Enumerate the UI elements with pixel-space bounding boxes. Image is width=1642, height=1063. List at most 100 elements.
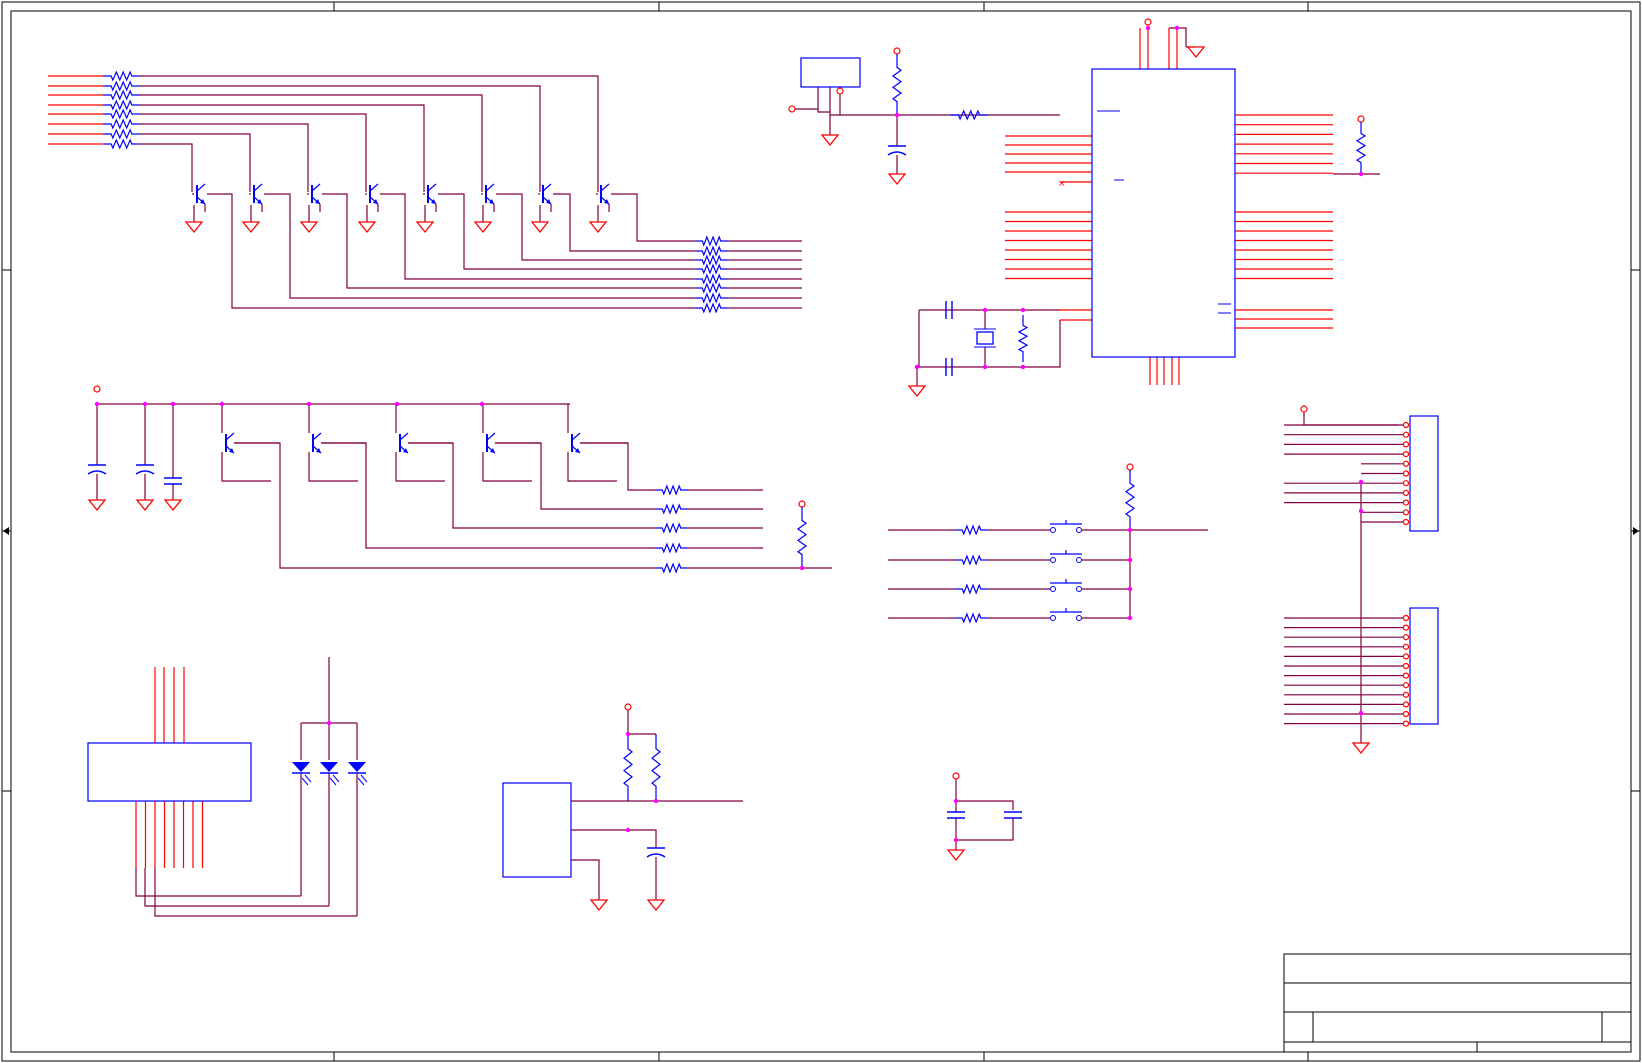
power-port-icon (952, 772, 960, 780)
connector-pin-icon (1402, 682, 1410, 689)
wire (571, 829, 657, 848)
connector-pin-icon (1402, 480, 1410, 487)
capacitor-plate (887, 151, 907, 156)
junction-dot (1127, 586, 1133, 592)
connector-pin-icon (1402, 691, 1410, 698)
switch-contact-icon (1076, 615, 1082, 621)
led-ray-icon (332, 774, 340, 783)
wire (438, 193, 695, 270)
sheet-frame (1, 1, 1641, 1062)
wire (567, 452, 617, 482)
wire (611, 193, 695, 242)
connector-pin-icon (1402, 643, 1410, 650)
component-layer: × (87, 18, 1439, 912)
junction-dot (1020, 364, 1026, 370)
ground-symbol-icon (184, 221, 204, 234)
resistor-icon (655, 562, 688, 574)
resistor-icon (103, 118, 140, 130)
junction-dot (982, 307, 988, 313)
junction-dot (219, 401, 225, 407)
connector-pin-icon (1402, 470, 1410, 477)
connector-pin-icon (1402, 451, 1410, 458)
resistor-icon (103, 108, 140, 120)
resistor-icon (651, 734, 661, 801)
led-ray-icon (301, 777, 309, 786)
wire (408, 442, 655, 529)
wire (221, 452, 271, 482)
resistor-icon (1124, 470, 1136, 530)
wire (817, 87, 830, 113)
wire (956, 818, 1014, 841)
transistor-icon (311, 183, 321, 192)
resistor-icon (955, 583, 988, 595)
resistor-icon (103, 128, 140, 140)
junction-dot (1145, 25, 1151, 31)
connector-pin-icon (1402, 701, 1410, 708)
resistor-icon (103, 138, 140, 150)
wire (395, 452, 445, 482)
wire (829, 87, 1060, 116)
switch-contact-icon (1050, 586, 1056, 592)
ground-symbol-icon (1351, 742, 1371, 755)
ground-symbol-icon (1186, 46, 1206, 59)
wire (482, 452, 532, 482)
led-ray-icon (360, 774, 368, 783)
connector-pin-icon (1402, 653, 1410, 660)
resistor-icon (891, 54, 903, 115)
wire-layer (96, 27, 1403, 917)
resistor-icon (623, 734, 633, 801)
capacitor-plate (646, 853, 666, 858)
junction-dot (1358, 171, 1364, 177)
resistor-icon (1017, 315, 1029, 362)
junction-dot (326, 720, 332, 726)
wire (154, 868, 357, 917)
junction-dot (982, 364, 988, 370)
resistor-icon (103, 70, 140, 82)
resistor-icon (955, 612, 988, 624)
resistor-icon (695, 292, 728, 304)
ground-symbol-icon (135, 499, 155, 512)
ground-symbol-icon (473, 221, 493, 234)
resistor-icon (796, 507, 808, 568)
sensor-module (502, 782, 572, 878)
led-icon (348, 762, 366, 772)
microcontroller-ic (1091, 68, 1236, 358)
switch-contact-icon (1076, 527, 1082, 533)
ground-symbol-icon (241, 221, 261, 234)
wire (553, 193, 695, 252)
ground-symbol-icon (589, 899, 609, 912)
wire (380, 193, 695, 280)
transistor-icon (571, 432, 581, 441)
wire (495, 442, 655, 510)
resistor-icon (695, 273, 728, 285)
transistor-icon (369, 183, 379, 192)
off-sheet-arrow-icon (3, 527, 9, 535)
wire (627, 710, 656, 735)
crystal-icon (976, 331, 994, 345)
transistor-icon (486, 432, 496, 441)
ground-symbol-icon (530, 221, 550, 234)
junction-dot (799, 565, 805, 571)
wire (140, 133, 251, 192)
led-icon (292, 762, 310, 772)
ground-symbol-icon (87, 499, 107, 512)
wire (571, 859, 600, 900)
ground-symbol-icon (820, 134, 840, 147)
led-icon (320, 762, 338, 772)
wire (321, 442, 655, 549)
resistor-icon (695, 245, 728, 257)
schematic-sheet: × (1, 1, 1641, 1062)
no-connect-icon: × (1058, 179, 1066, 189)
switch-contact-icon (1050, 527, 1056, 533)
ground-symbol-icon (415, 221, 435, 234)
resistor-icon (655, 503, 688, 515)
wire (140, 113, 367, 192)
junction-dot (142, 401, 148, 407)
power-port-icon (1357, 115, 1365, 123)
ground-symbol-icon (946, 849, 966, 862)
wire (234, 442, 655, 569)
transistor-icon (312, 432, 322, 441)
title-block (1283, 953, 1632, 1053)
power-port-icon (893, 47, 901, 55)
resistor-icon (950, 109, 988, 121)
